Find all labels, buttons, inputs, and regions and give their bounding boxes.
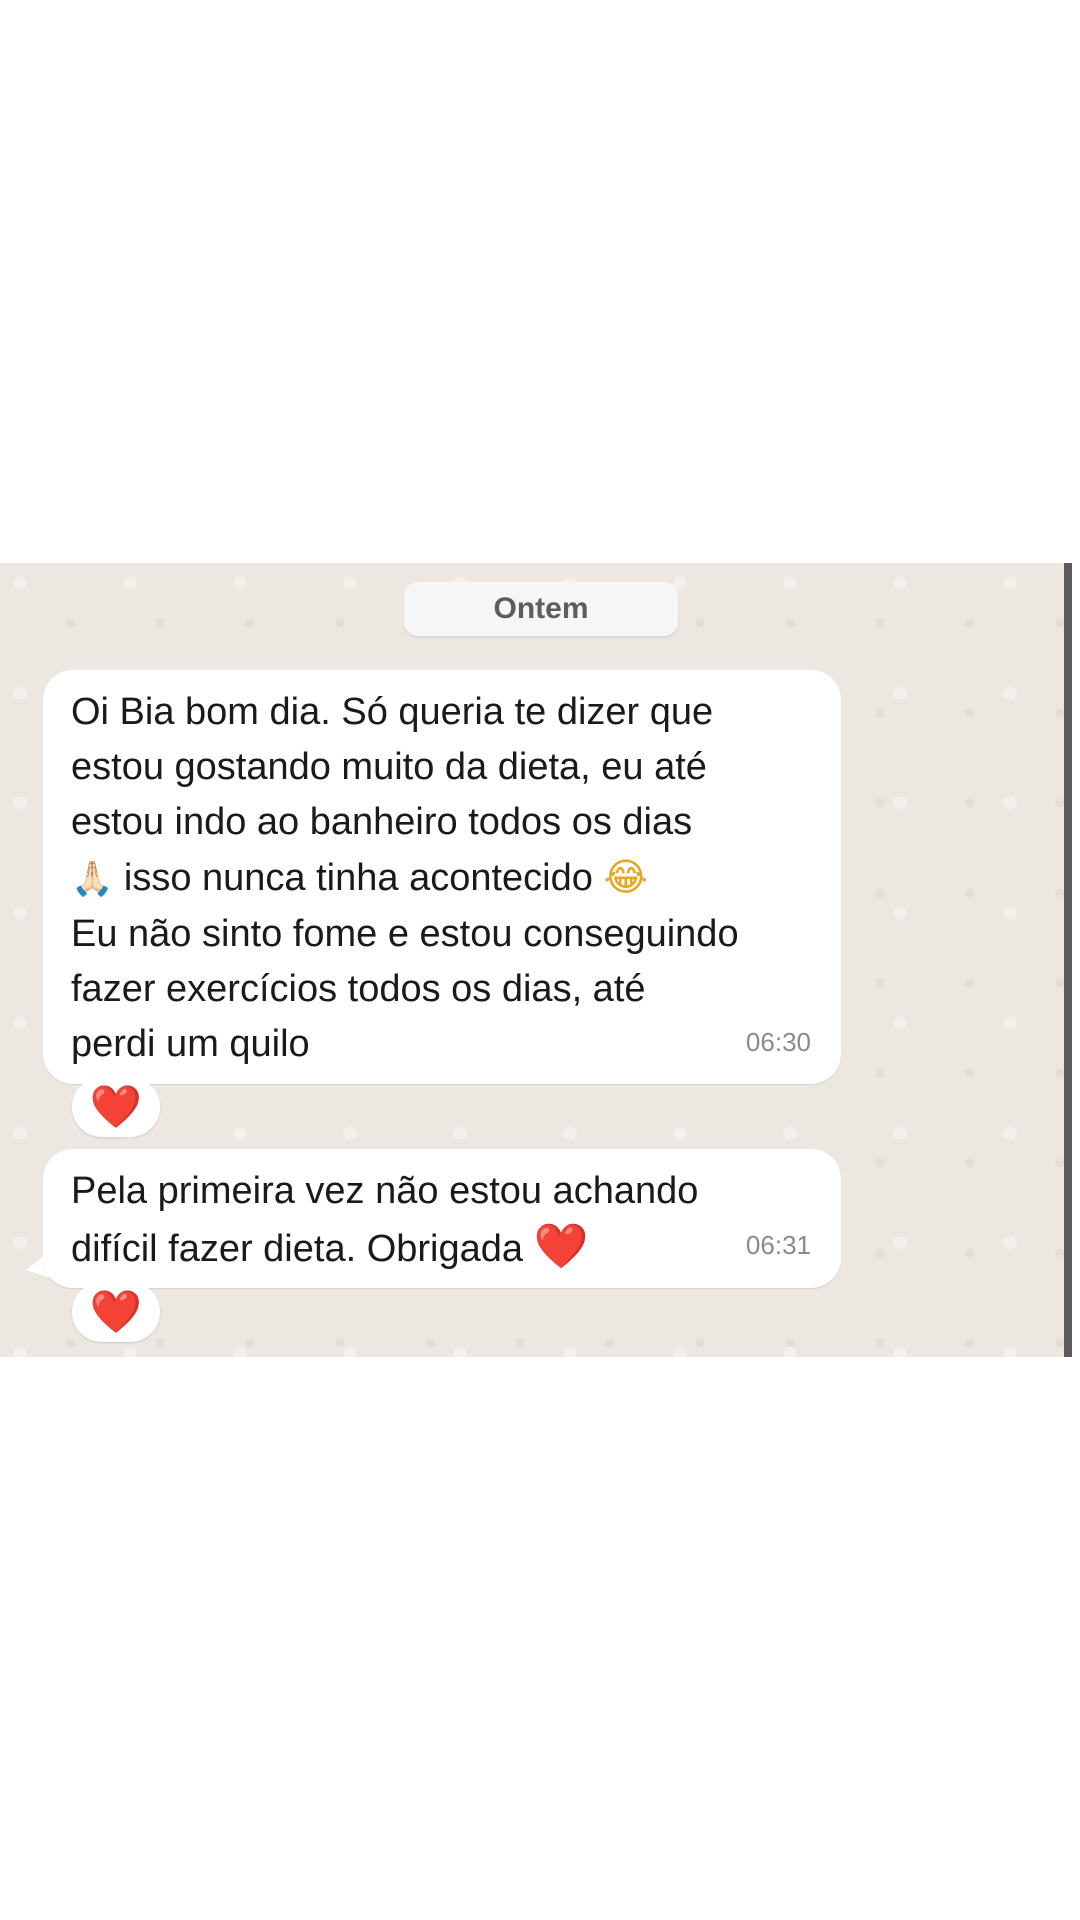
face-with-tears-of-joy-icon: 😂 — [603, 855, 648, 899]
message-text-line: perdi um quilo — [71, 1023, 310, 1065]
folded-hands-icon: 🙏🏻 — [71, 859, 114, 899]
message-text-line: Pela primeira vez não estou achando — [71, 1170, 699, 1212]
date-separator-label: Ontem — [493, 592, 589, 625]
message-reaction-badge[interactable]: ❤️ — [72, 1077, 160, 1137]
message-text-line: Oi Bia bom dia. Só queria te dizer que — [71, 691, 714, 733]
message-text-line: estou gostando muito da dieta, eu até — [71, 746, 707, 788]
chat-scrollbar[interactable] — [1064, 563, 1072, 1357]
red-heart-icon: ❤️ — [533, 1221, 589, 1272]
red-heart-icon: ❤️ — [89, 1287, 143, 1336]
chat-area[interactable]: Ontem Oi Bia bom dia. Só queria te dizer… — [0, 563, 1064, 1357]
message-text-fragment: difícil fazer dieta. Obrigada — [71, 1228, 534, 1270]
incoming-message-2[interactable]: Pela primeira vez não estou achando difí… — [43, 1149, 841, 1288]
message-text-fragment: isso nunca tinha acontecido — [113, 857, 604, 899]
message-text-line: difícil fazer dieta. Obrigada ❤️ — [71, 1219, 813, 1277]
message-text-line: 🙏🏻 isso nunca tinha acontecido 😂 — [71, 850, 813, 907]
red-heart-icon: ❤️ — [89, 1082, 143, 1131]
message-text-line: fazer exercícios todos os dias, até — [71, 968, 646, 1010]
message-text-line: estou indo ao banheiro todos os dias — [71, 801, 693, 843]
message-timestamp: 06:31 — [745, 1230, 811, 1260]
message-text-line: Eu não sinto fome e estou conseguindo — [71, 913, 739, 955]
message-reaction-badge[interactable]: ❤️ — [72, 1282, 160, 1342]
incoming-message-1[interactable]: Oi Bia bom dia. Só queria te dizer que e… — [43, 670, 841, 1084]
date-separator: Ontem — [404, 582, 678, 636]
message-timestamp: 06:30 — [745, 1027, 811, 1057]
